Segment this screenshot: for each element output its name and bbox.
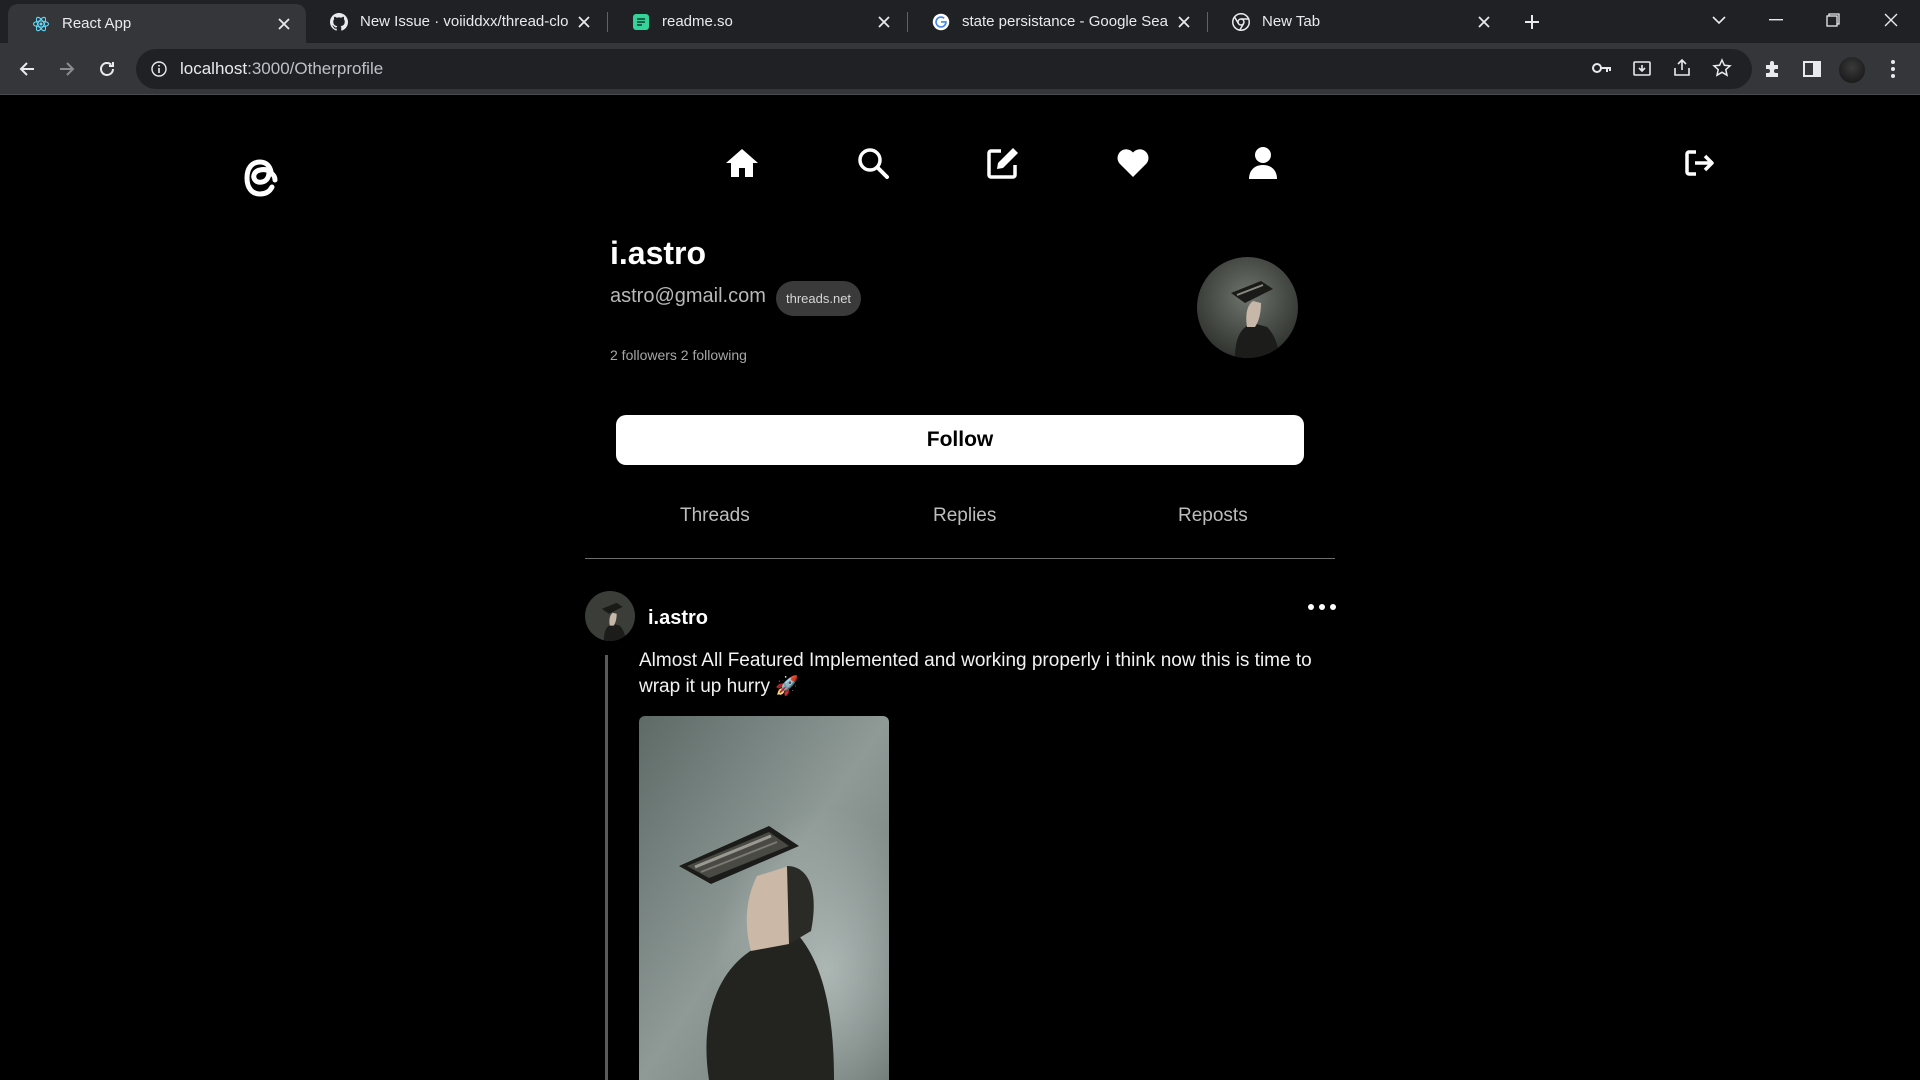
profile-username: i.astro <box>610 235 707 271</box>
more-options-icon[interactable] <box>1308 600 1336 614</box>
close-icon[interactable] <box>1474 12 1494 32</box>
share-icon[interactable] <box>1667 53 1697 83</box>
tab-react-app[interactable]: React App <box>8 4 306 43</box>
tab-title: New Tab <box>1262 13 1321 30</box>
tab-github-issue[interactable]: New Issue · voiiddxx/thread-clone <box>306 0 606 43</box>
follow-counts[interactable]: 2 followers 2 following <box>610 347 747 363</box>
search-icon[interactable] <box>853 143 893 183</box>
thread-line <box>605 655 608 1080</box>
tab-title: readme.so <box>662 13 733 30</box>
tab-title: React App <box>62 15 132 32</box>
github-icon <box>330 12 348 31</box>
close-icon[interactable] <box>874 12 894 32</box>
reload-icon[interactable] <box>91 53 123 85</box>
post-username[interactable]: i.astro <box>648 607 708 630</box>
browser-toolbar: localhost:3000/Otherprofile <box>0 43 1920 95</box>
browser-menu-icon[interactable] <box>1878 54 1908 84</box>
back-arrow-icon[interactable] <box>11 53 43 85</box>
browser-tab-strip: React App New Issue · voiiddxx/thread-cl… <box>0 0 1920 43</box>
post-text: Almost All Featured Implemented and work… <box>639 650 1312 697</box>
new-tab-button[interactable] <box>1518 8 1546 36</box>
forward-arrow-icon[interactable] <box>51 53 83 85</box>
tab-google-search[interactable]: state persistance - Google Search <box>908 0 1206 43</box>
readme-icon <box>632 13 650 31</box>
site-info-icon[interactable] <box>150 60 168 78</box>
profile-avatar <box>1197 257 1298 358</box>
close-icon[interactable] <box>1174 12 1194 32</box>
url-text: localhost:3000/Otherprofile <box>180 59 384 78</box>
key-icon[interactable] <box>1587 53 1617 83</box>
tab-title: New Issue · voiiddxx/thread-clone <box>360 13 568 30</box>
extensions-puzzle-icon[interactable] <box>1757 54 1787 84</box>
tab-reposts[interactable]: Reposts <box>1178 505 1248 527</box>
tabs-divider <box>585 558 1335 559</box>
minimize-icon[interactable] <box>1760 6 1792 34</box>
tab-title: state persistance - Google Search <box>962 13 1168 30</box>
heart-icon[interactable] <box>1113 143 1153 183</box>
window-close-icon[interactable] <box>1875 6 1907 34</box>
tab-threads[interactable]: Threads <box>680 505 750 527</box>
tab-replies[interactable]: Replies <box>933 505 996 527</box>
tab-new-tab[interactable]: New Tab <box>1208 0 1506 43</box>
profile-email: astro@gmail.com <box>610 285 766 307</box>
post-image[interactable] <box>639 716 889 1080</box>
threads-logo-icon[interactable] <box>235 150 285 206</box>
restore-icon[interactable] <box>1817 6 1849 34</box>
chrome-icon <box>1232 12 1250 31</box>
compose-icon[interactable] <box>983 143 1023 183</box>
address-bar[interactable]: localhost:3000/Otherprofile <box>136 49 1752 89</box>
tab-readme[interactable]: readme.so <box>608 0 906 43</box>
post-author-avatar[interactable] <box>585 591 635 641</box>
close-icon[interactable] <box>274 14 294 34</box>
threads-net-badge[interactable]: threads.net <box>776 281 862 316</box>
bookmark-star-icon[interactable] <box>1707 53 1737 83</box>
tab-search-chevron-icon[interactable] <box>1703 6 1735 34</box>
follow-button[interactable]: Follow <box>616 415 1304 465</box>
close-icon[interactable] <box>574 12 594 32</box>
logout-icon[interactable] <box>1680 143 1720 183</box>
home-icon[interactable] <box>722 143 762 183</box>
user-icon[interactable] <box>1243 143 1283 183</box>
browser-profile-avatar[interactable] <box>1839 57 1865 83</box>
google-icon <box>932 13 950 31</box>
install-app-icon[interactable] <box>1627 53 1657 83</box>
react-icon <box>32 15 50 33</box>
side-panel-icon[interactable] <box>1797 54 1827 84</box>
